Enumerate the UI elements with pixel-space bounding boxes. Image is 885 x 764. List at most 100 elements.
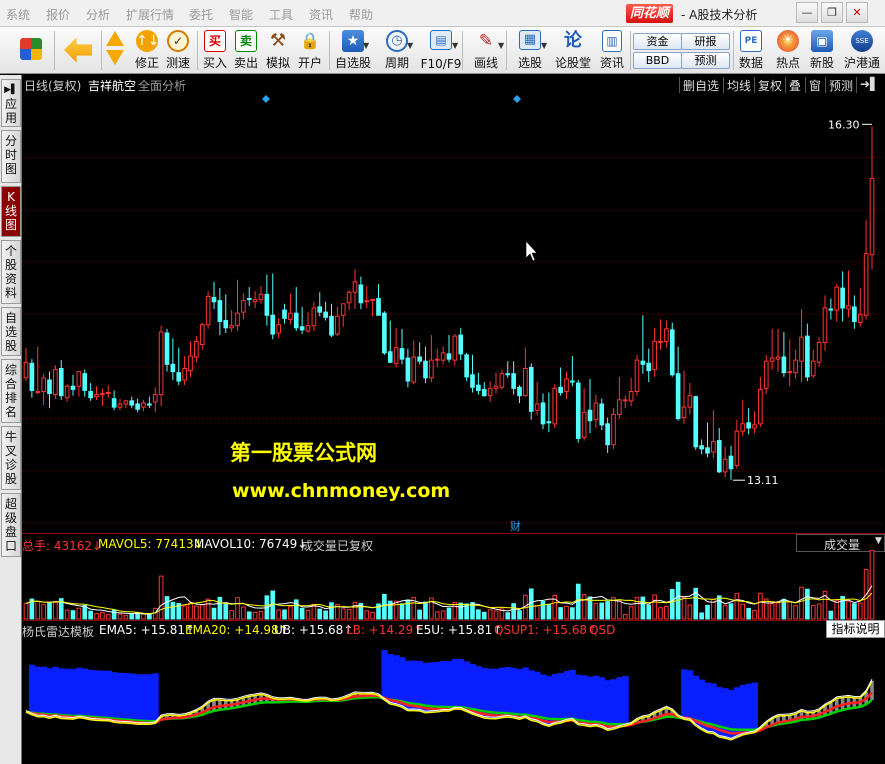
sidebar-tab-watchlist[interactable]: 自选股	[1, 307, 21, 356]
period-button[interactable]: ◷ 周期	[380, 29, 414, 72]
forum-icon: 论	[564, 30, 582, 51]
speedtest-button[interactable]: ✓ 测速	[163, 29, 193, 72]
radar-momentum-bar	[212, 699, 216, 711]
volume-bar	[170, 601, 176, 620]
volume-bar	[534, 604, 540, 620]
open-account-button[interactable]: 🔒 开户	[295, 29, 325, 72]
draw-line-button[interactable]: ✎ 画线	[465, 29, 507, 72]
radar-band-bar	[75, 667, 83, 718]
back-button[interactable]	[60, 29, 96, 72]
candle-body	[288, 312, 293, 320]
candle-body	[147, 403, 152, 406]
menu-help[interactable]: 帮助	[349, 6, 373, 23]
radar-band-bar	[686, 670, 694, 721]
radar-band-bar	[122, 673, 130, 724]
candle-body	[182, 368, 187, 381]
sidebar-tab-diagnosis[interactable]: 牛叉诊股	[1, 426, 21, 490]
event-diamond-marker[interactable]	[513, 95, 521, 103]
close-button[interactable]: ✕	[846, 2, 868, 23]
volume-bar	[640, 596, 646, 620]
volume-bar	[664, 605, 669, 620]
radar-band-bar	[46, 668, 53, 719]
candle-body	[393, 347, 399, 364]
bbd-button[interactable]: BBD	[633, 52, 682, 69]
simulate-button[interactable]: ⚒ 模拟	[263, 29, 293, 72]
radar-band-bar	[64, 668, 71, 719]
research-button[interactable]: 研报	[681, 33, 730, 50]
divider	[22, 533, 885, 534]
candle-body	[470, 374, 475, 388]
app-logo-button[interactable]	[14, 29, 48, 72]
sidebar-tab-super-panel[interactable]: 超级盘口	[1, 493, 21, 557]
watchlist-button[interactable]: ★ 自选股	[332, 29, 374, 72]
forecast-button[interactable]: 预测	[681, 52, 730, 69]
f10-label: F10/F9	[420, 57, 462, 71]
radar-band-bar	[87, 669, 95, 720]
event-diamond-marker[interactable]	[262, 95, 270, 103]
sidebar-tab-stock-profile[interactable]: 个股资料	[1, 240, 21, 304]
stock-picker-dropdown-icon[interactable]: ▼	[541, 41, 547, 50]
finance-marker[interactable]: 财	[510, 519, 521, 533]
f10-button[interactable]: ▤ F10/F9	[419, 29, 463, 72]
minimize-button[interactable]: —	[796, 2, 818, 23]
sell-button[interactable]: 卖 卖出	[231, 29, 261, 72]
news-button[interactable]: ▥ 资讯	[597, 29, 627, 72]
candle-body	[164, 332, 170, 365]
volume-bar	[758, 592, 763, 620]
watchlist-dropdown-icon[interactable]: ▼	[363, 41, 369, 50]
candle-body	[423, 360, 428, 379]
indicator-chart[interactable]	[22, 638, 885, 764]
candle-body	[199, 324, 205, 345]
sse-hkex-icon: SSE	[851, 30, 873, 52]
candle-body	[258, 293, 264, 301]
menu-bar: 系统 报价 分析 扩展行情 委托 智能 工具 资讯 帮助 同花顺 - A股技术分…	[0, 0, 885, 27]
back-arrow-icon	[64, 37, 92, 63]
menu-news[interactable]: 资讯	[309, 6, 333, 23]
hk-connect-button[interactable]: SSE 沪港通	[842, 29, 882, 72]
volume-bar	[787, 601, 793, 620]
f10-dropdown-icon[interactable]: ▼	[452, 41, 458, 50]
hot-topics-button[interactable]: ☀ 热点	[773, 29, 803, 72]
volume-chart[interactable]	[22, 537, 885, 621]
capital-button[interactable]: 资金	[633, 33, 682, 50]
sidebar-tab-intraday[interactable]: 分时图	[1, 130, 21, 183]
new-stocks-button[interactable]: ▣ 新股	[807, 29, 837, 72]
menu-system[interactable]: 系统	[6, 6, 30, 23]
candle-body	[235, 312, 240, 327]
indicator-help-button[interactable]: 指标说明	[826, 620, 885, 638]
menu-tools[interactable]: 工具	[269, 6, 293, 23]
draw-line-label: 画线	[473, 56, 498, 70]
menu-extended-quotes[interactable]: 扩展行情	[126, 6, 174, 23]
volume-bar	[564, 605, 569, 620]
candle-body	[117, 403, 123, 408]
e5u-value: E5U: +15.81↑	[416, 623, 503, 637]
updown-button[interactable]	[104, 29, 126, 72]
candle-body	[270, 314, 276, 335]
candle-body	[476, 384, 481, 391]
kline-chart[interactable]: 16.30 13.11 财	[22, 75, 885, 534]
data-button[interactable]: PE 数据	[736, 29, 766, 72]
period-dropdown-icon[interactable]: ▼	[407, 41, 413, 50]
candle-body	[828, 308, 834, 311]
restore-button[interactable]: ❐	[821, 2, 843, 23]
candle-body	[793, 359, 798, 374]
draw-line-dropdown-icon[interactable]: ▼	[498, 41, 504, 50]
candle-body	[88, 390, 93, 399]
menu-trade[interactable]: 委托	[189, 6, 213, 23]
forum-button[interactable]: 论 论股堂	[553, 29, 593, 72]
volume-bar	[769, 603, 775, 620]
menu-smart[interactable]: 智能	[229, 6, 253, 23]
sidebar-tab-apps[interactable]: ▶▌ 应用	[1, 79, 21, 127]
candle-body	[587, 409, 593, 422]
revise-button[interactable]: ↑↓ 修正	[131, 29, 163, 72]
volume-bar	[546, 603, 552, 620]
menu-quote[interactable]: 报价	[46, 6, 70, 23]
menu-analysis[interactable]: 分析	[86, 6, 110, 23]
candle-body	[411, 356, 417, 383]
buy-button[interactable]: 买 买入	[200, 29, 230, 72]
candle-body	[111, 398, 117, 408]
sidebar-tab-kline[interactable]: K线图	[1, 186, 21, 237]
sell-label: 卖出	[233, 56, 258, 70]
stock-picker-button[interactable]: ▦ 选股	[509, 29, 551, 72]
sidebar-tab-ranking[interactable]: 综合排名	[1, 359, 21, 423]
